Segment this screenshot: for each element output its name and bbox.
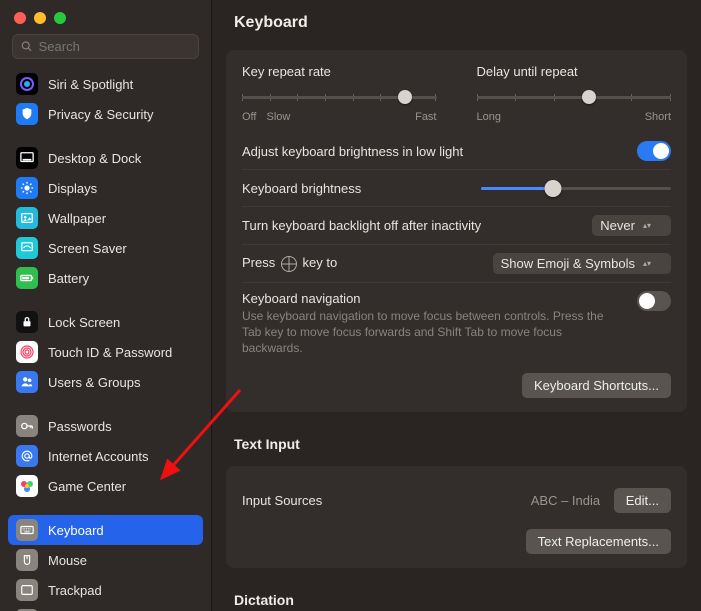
page-title: Keyboard (212, 0, 701, 42)
sidebar-item-label: Desktop & Dock (48, 151, 141, 166)
sidebar-item-printers-scanners[interactable]: Printers & Scanners (8, 605, 203, 611)
backlight-off-label: Turn keyboard backlight off after inacti… (242, 218, 481, 233)
input-sources-edit-button[interactable]: Edit... (614, 488, 671, 513)
backlight-off-select[interactable]: Never ▴▾ (592, 215, 671, 236)
sidebar-item-label: Internet Accounts (48, 449, 148, 464)
sidebar-item-label: Battery (48, 271, 89, 286)
sidebar-item-label: Game Center (48, 479, 126, 494)
sidebar-item-users-groups[interactable]: Users & Groups (8, 367, 203, 397)
lock-icon (16, 311, 38, 333)
sidebar-item-keyboard[interactable]: Keyboard (8, 515, 203, 545)
sidebar-item-trackpad[interactable]: Trackpad (8, 575, 203, 605)
sidebar-item-label: Touch ID & Password (48, 345, 172, 360)
sidebar-item-privacy-security[interactable]: Privacy & Security (8, 99, 203, 129)
hand-icon (16, 103, 38, 125)
key-repeat-slider[interactable] (242, 87, 437, 107)
input-sources-value: ABC – India (531, 493, 600, 508)
brightness-auto-label: Adjust keyboard brightness in low light (242, 144, 463, 159)
sidebar-item-siri-spotlight[interactable]: Siri & Spotlight (8, 69, 203, 99)
text-input-title: Text Input (212, 426, 701, 458)
keyboard-nav-desc: Use keyboard navigation to move focus be… (242, 308, 621, 357)
close-window-button[interactable] (14, 12, 26, 24)
press-key-select[interactable]: Show Emoji & Symbols ▴▾ (493, 253, 671, 274)
text-replacements-button[interactable]: Text Replacements... (526, 529, 671, 554)
search-field[interactable] (12, 34, 199, 59)
sidebar-item-label: Screen Saver (48, 241, 127, 256)
chevron-updown-icon: ▴▾ (643, 223, 651, 228)
chevron-updown-icon: ▴▾ (643, 261, 651, 266)
minimize-window-button[interactable] (34, 12, 46, 24)
sidebar-item-label: Keyboard (48, 523, 104, 538)
brightness-label: Keyboard brightness (242, 181, 361, 196)
sidebar-item-label: Trackpad (48, 583, 102, 598)
delay-slider[interactable] (477, 87, 672, 107)
screensaver-icon (16, 237, 38, 259)
keyboard-shortcuts-button[interactable]: Keyboard Shortcuts... (522, 373, 671, 398)
at-icon (16, 445, 38, 467)
keyboard-icon (16, 519, 38, 541)
mouse-icon (16, 549, 38, 571)
delay-label: Delay until repeat (477, 64, 672, 79)
wallpaper-icon (16, 207, 38, 229)
search-input[interactable] (39, 39, 190, 54)
key-repeat-max-label: Fast (415, 111, 436, 123)
dictation-title: Dictation (212, 582, 701, 611)
delay-max-label: Short (645, 111, 671, 123)
sidebar-item-touch-id-password[interactable]: Touch ID & Password (8, 337, 203, 367)
keyboard-nav-label: Keyboard navigation (242, 291, 621, 306)
sidebar-item-wallpaper[interactable]: Wallpaper (8, 203, 203, 233)
sidebar-item-screen-saver[interactable]: Screen Saver (8, 233, 203, 263)
sidebar-item-displays[interactable]: Displays (8, 173, 203, 203)
brightness-auto-toggle[interactable] (637, 141, 671, 161)
sidebar-item-lock-screen[interactable]: Lock Screen (8, 307, 203, 337)
keyboard-panel: Key repeat rate Off Slow Fast Delay unti… (226, 50, 687, 412)
dock-icon (16, 147, 38, 169)
brightness-slider[interactable] (481, 178, 671, 198)
sidebar-item-desktop-dock[interactable]: Desktop & Dock (8, 143, 203, 173)
sidebar-item-label: Users & Groups (48, 375, 140, 390)
input-sources-label: Input Sources (242, 493, 322, 508)
sidebar-item-game-center[interactable]: Game Center (8, 471, 203, 501)
users-icon (16, 371, 38, 393)
key-repeat-off-label: Off (242, 111, 256, 123)
globe-icon (281, 256, 297, 272)
sidebar-item-label: Siri & Spotlight (48, 77, 133, 92)
key-repeat-min-label: Slow (266, 111, 290, 123)
sidebar-item-label: Privacy & Security (48, 107, 153, 122)
search-icon (21, 40, 33, 53)
key-repeat-label: Key repeat rate (242, 64, 437, 79)
sidebar-nav: Siri & Spotlight Privacy & Security Deskto… (0, 69, 211, 611)
sidebar-item-label: Displays (48, 181, 97, 196)
siri-icon (16, 73, 38, 95)
sidebar-item-label: Mouse (48, 553, 87, 568)
sidebar: Siri & Spotlight Privacy & Security Deskto… (0, 0, 212, 611)
sidebar-item-battery[interactable]: Battery (8, 263, 203, 293)
keyboard-nav-toggle[interactable] (637, 291, 671, 311)
sidebar-item-internet-accounts[interactable]: Internet Accounts (8, 441, 203, 471)
sidebar-item-label: Lock Screen (48, 315, 120, 330)
sidebar-item-passwords[interactable]: Passwords (8, 411, 203, 441)
key-icon (16, 415, 38, 437)
sidebar-item-label: Passwords (48, 419, 112, 434)
text-input-panel: Input Sources ABC – India Edit... Text R… (226, 466, 687, 568)
sidebar-item-label: Wallpaper (48, 211, 106, 226)
press-key-label: Press key to (242, 255, 337, 272)
window-controls (0, 0, 211, 32)
main-content: Keyboard Key repeat rate Off Slow Fast (212, 0, 701, 611)
sidebar-item-mouse[interactable]: Mouse (8, 545, 203, 575)
trackpad-icon (16, 579, 38, 601)
touchid-icon (16, 341, 38, 363)
delay-min-label: Long (477, 111, 501, 123)
battery-icon (16, 267, 38, 289)
gamecenter-icon (16, 475, 38, 497)
display-icon (16, 177, 38, 199)
fullscreen-window-button[interactable] (54, 12, 66, 24)
